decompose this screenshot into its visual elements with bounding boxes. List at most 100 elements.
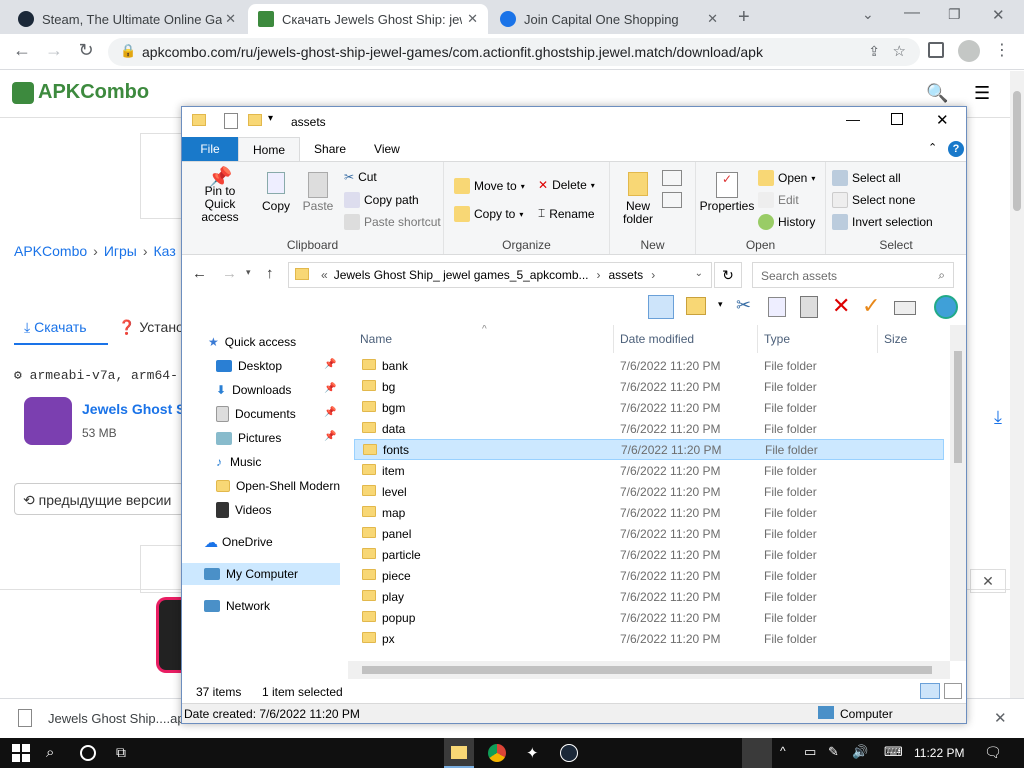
file-row[interactable]: px 7/6/2022 11:20 PM File folder (354, 628, 944, 649)
details-view-icon[interactable] (920, 683, 940, 699)
tab-capital-one[interactable]: Join Capital One Shopping ✕ (490, 4, 728, 34)
tab-view[interactable]: View (360, 137, 414, 161)
weather-icon[interactable] (742, 738, 772, 768)
file-row[interactable]: bank 7/6/2022 11:20 PM File folder (354, 355, 944, 376)
show-hidden-icons[interactable]: ^ (780, 744, 798, 762)
new-item-icon[interactable] (662, 170, 682, 186)
delete-button[interactable]: ✕ Delete ▾ (538, 178, 595, 192)
rename-icon[interactable] (894, 301, 916, 315)
file-row[interactable]: piece 7/6/2022 11:20 PM File folder (354, 565, 944, 586)
globe-icon[interactable] (934, 295, 958, 319)
path-dropdown-icon[interactable]: ⌄ (695, 268, 703, 279)
volume-icon[interactable]: 🔊 (852, 744, 870, 762)
breadcrumb-path[interactable]: « Jewels Ghost Ship_ jewel games_5_apkco… (288, 262, 712, 288)
preview-pane-icon[interactable] (648, 295, 674, 319)
refresh-icon[interactable]: ↻ (714, 262, 742, 288)
file-row[interactable]: panel 7/6/2022 11:20 PM File folder (354, 523, 944, 544)
nav-pictures[interactable]: Pictures 📌 (182, 427, 340, 449)
network-icon[interactable]: ▭ (804, 744, 822, 762)
nav-my-computer[interactable]: My Computer (182, 563, 340, 585)
previous-versions-button[interactable]: ⟲ предыдущие версии (14, 483, 184, 515)
close-window-icon[interactable]: ✕ (992, 6, 1005, 24)
breadcrumb-item[interactable]: Каз (154, 243, 176, 259)
file-row[interactable]: level 7/6/2022 11:20 PM File folder (354, 481, 944, 502)
nav-onedrive[interactable]: ☁ OneDrive (182, 531, 340, 553)
reload-icon[interactable]: ↻ (74, 40, 98, 61)
properties-qa-icon[interactable] (224, 113, 238, 129)
edit-button[interactable]: Edit (758, 192, 799, 208)
breadcrumb-item[interactable]: APKCombo (14, 243, 87, 259)
paste-icon[interactable] (800, 296, 818, 318)
task-view-icon[interactable]: ⧉ (116, 744, 134, 762)
bookmark-star-icon[interactable]: ☆ (893, 42, 906, 60)
file-row[interactable]: map 7/6/2022 11:20 PM File folder (354, 502, 944, 523)
pen-icon[interactable]: ✎ (828, 744, 846, 762)
file-row[interactable]: bg 7/6/2022 11:20 PM File folder (354, 376, 944, 397)
recent-locations-icon[interactable]: ▾ (246, 267, 251, 278)
clock[interactable]: 11:22 PM (914, 746, 964, 760)
invert-selection-button[interactable]: Invert selection (832, 214, 933, 230)
horizontal-scrollbar[interactable] (348, 661, 950, 679)
keyboard-icon[interactable]: ⌨ (884, 744, 903, 762)
side-panel-icon[interactable] (928, 42, 944, 58)
large-icons-view-icon[interactable] (944, 683, 962, 699)
nav-music[interactable]: ♪ Music (182, 451, 340, 473)
minimize-icon[interactable]: — (904, 4, 920, 22)
restore-icon[interactable]: ❐ (948, 6, 961, 23)
file-row[interactable]: popup 7/6/2022 11:20 PM File folder (354, 607, 944, 628)
vertical-scrollbar-thumb[interactable] (954, 351, 962, 463)
column-size[interactable]: Size (878, 325, 948, 353)
apkcombo-logo[interactable]: APKCombo (12, 81, 149, 104)
steam-icon[interactable] (560, 744, 578, 762)
file-row[interactable]: particle 7/6/2022 11:20 PM File folder (354, 544, 944, 565)
app-icon[interactable]: ✦ (526, 744, 544, 762)
cut-button[interactable]: ✂ Cut (344, 170, 377, 184)
nav-desktop[interactable]: Desktop 📌 (182, 355, 340, 377)
nav-open-shell[interactable]: Open-Shell Modern (182, 475, 340, 497)
column-type[interactable]: Type (758, 325, 878, 353)
page-scrollbar-thumb[interactable] (1013, 91, 1021, 211)
chrome-icon[interactable] (488, 744, 506, 762)
tab-install[interactable]: ❓ Устано (118, 319, 184, 336)
copy-icon[interactable] (768, 297, 786, 317)
select-none-button[interactable]: Select none (832, 192, 915, 208)
move-to-button[interactable]: Move to ▾ (454, 178, 525, 194)
address-bar[interactable]: 🔒 apkcombo.com/ru/jewels-ghost-ship-jewe… (108, 38, 920, 66)
new-folder-qa-icon[interactable] (248, 114, 262, 126)
vertical-scrollbar[interactable] (950, 325, 966, 661)
open-button[interactable]: Open ▾ (758, 170, 815, 186)
properties-button[interactable]: ✓ Properties (698, 172, 756, 213)
file-row[interactable]: item 7/6/2022 11:20 PM File folder (354, 460, 944, 481)
new-tab-icon[interactable]: + (738, 6, 750, 29)
copy-path-button[interactable]: Copy path (344, 192, 419, 208)
app-name-link[interactable]: Jewels Ghost Sh (82, 401, 194, 417)
dropdown-icon[interactable]: ▾ (718, 299, 723, 310)
tab-share[interactable]: Share (300, 137, 360, 161)
search-icon[interactable]: 🔍 (926, 83, 948, 104)
back-icon[interactable]: ← (192, 265, 207, 282)
minimize-icon[interactable]: — (846, 111, 860, 127)
copy-to-button[interactable]: Copy to ▾ (454, 206, 523, 222)
tab-apkcombo[interactable]: Скачать Jewels Ghost Ship: jewe ✕ (248, 4, 488, 34)
close-ad-icon[interactable]: ✕ (970, 569, 1006, 593)
rename-button[interactable]: ⌶ Rename (538, 206, 595, 221)
new-folder-button[interactable]: New folder (618, 172, 658, 226)
path-segment[interactable]: assets (609, 268, 644, 282)
notifications-icon[interactable]: 🗨 (984, 744, 1002, 762)
tab-steam[interactable]: Steam, The Ultimate Online Gam ✕ (8, 4, 246, 34)
menu-icon[interactable]: ⋮ (994, 40, 1010, 60)
forward-icon[interactable]: → (42, 40, 66, 61)
close-tab-icon[interactable]: ✕ (467, 11, 478, 27)
path-segment[interactable]: Jewels Ghost Ship_ jewel games_5_apkcomb… (334, 268, 589, 282)
nav-documents[interactable]: Documents 📌 (182, 403, 340, 425)
paste-button[interactable]: Paste (298, 172, 338, 213)
file-row[interactable]: play 7/6/2022 11:20 PM File folder (354, 586, 944, 607)
close-tab-icon[interactable]: ✕ (225, 11, 236, 27)
pin-quick-access-button[interactable]: 📌 Pin to Quick access (188, 168, 252, 224)
help-icon[interactable]: ? (948, 141, 964, 157)
delete-icon[interactable]: ✕ (832, 293, 850, 319)
back-icon[interactable]: ← (10, 40, 34, 61)
column-date-modified[interactable]: Date modified (614, 325, 758, 353)
close-icon[interactable]: ✕ (936, 111, 949, 129)
hamburger-icon[interactable]: ☰ (974, 83, 990, 104)
